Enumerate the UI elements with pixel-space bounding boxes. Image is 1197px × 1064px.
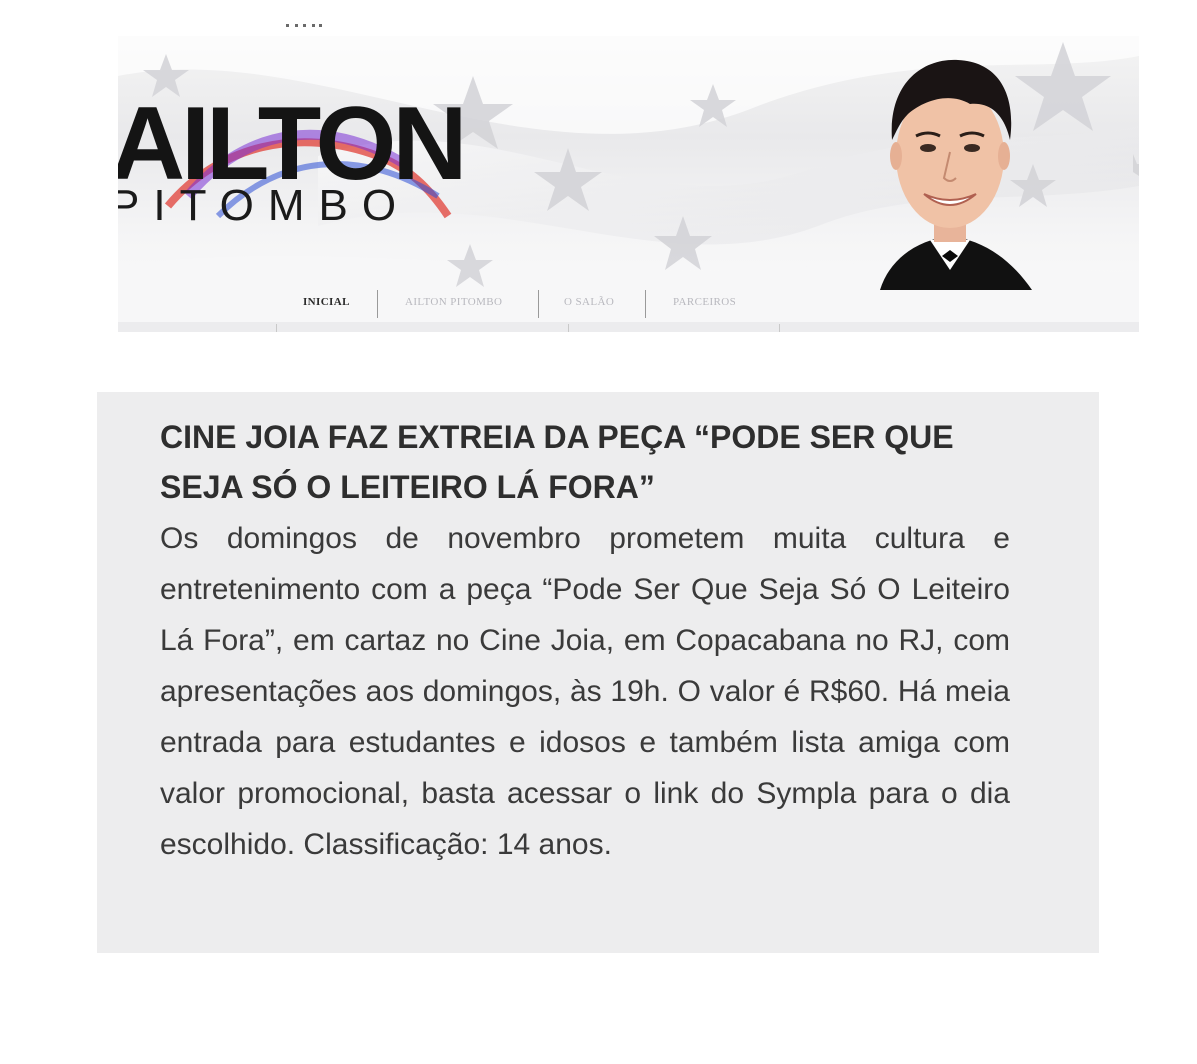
nav-separator bbox=[377, 290, 378, 318]
top-dots bbox=[286, 24, 326, 27]
host-portrait bbox=[880, 59, 1032, 290]
header-banner: AILTON PITOMBO bbox=[118, 36, 1139, 324]
article-body: Os domingos de novembro prometem muita c… bbox=[160, 522, 1010, 861]
nav-divider bbox=[568, 324, 569, 332]
nav-divider bbox=[779, 324, 780, 332]
nav-divider bbox=[276, 324, 277, 332]
nav-separator bbox=[538, 290, 539, 318]
nav-item-o-salao[interactable]: O SALÃO bbox=[564, 296, 614, 308]
main-nav: INICIAL AILTON PITOMBO O SALÃO PARCEIROS bbox=[118, 284, 1139, 332]
nav-item-inicial[interactable]: INICIAL bbox=[303, 296, 350, 308]
logo-name-last: PITOMBO bbox=[118, 181, 411, 230]
nav-strip bbox=[118, 322, 1139, 332]
news-article: CINE JOIA FAZ EXTREIA DA PEÇA “PODE SER … bbox=[97, 392, 1099, 953]
nav-separator bbox=[645, 290, 646, 318]
nav-item-ailton-pitombo[interactable]: AILTON PITOMBO bbox=[405, 296, 502, 308]
article-title: CINE JOIA FAZ EXTREIA DA PEÇA “PODE SER … bbox=[160, 419, 954, 505]
page: AILTON PITOMBO INICIAL AILTON PITOMBO O … bbox=[0, 0, 1197, 1064]
nav-item-parceiros[interactable]: PARCEIROS bbox=[673, 296, 736, 308]
